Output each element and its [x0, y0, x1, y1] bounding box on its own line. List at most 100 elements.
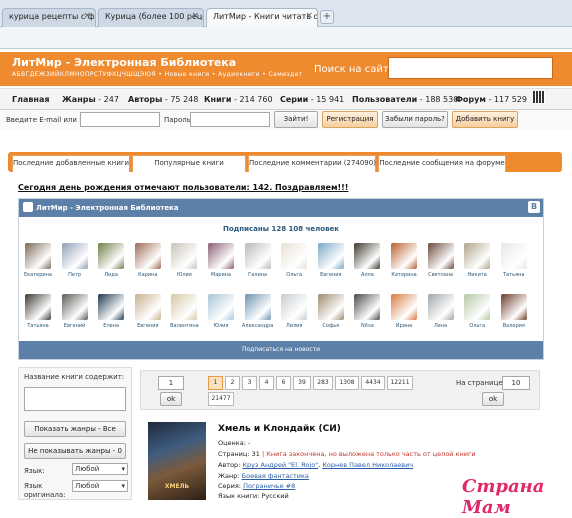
member-name[interactable]: Юлия — [164, 272, 204, 278]
member-name[interactable]: Евгения — [311, 272, 351, 278]
member-avatar[interactable] — [171, 294, 198, 320]
member-avatar[interactable] — [61, 243, 88, 269]
password-field[interactable] — [190, 112, 270, 127]
member-avatar[interactable] — [391, 243, 417, 269]
member-name[interactable]: Софья — [311, 323, 351, 329]
language-select[interactable]: Любой ▾ — [72, 463, 128, 475]
book-title[interactable]: Хмель и Клондайк (СИ) — [218, 424, 341, 434]
tab-latest-comments[interactable]: Последние комментарии (274090) — [248, 155, 376, 172]
member-avatar[interactable] — [427, 294, 454, 320]
page-link[interactable]: 6 — [276, 376, 291, 390]
member-avatar[interactable] — [134, 294, 161, 320]
member-name[interactable]: Алла — [347, 272, 387, 278]
title-filter-input[interactable] — [24, 387, 126, 411]
member-name[interactable]: Валентина — [164, 323, 204, 329]
page-link[interactable]: 1308 — [335, 376, 359, 390]
member-avatar[interactable] — [391, 294, 417, 320]
member-name[interactable]: Татьяна — [18, 323, 58, 329]
forgot-password-button[interactable]: Забыли пароль? — [382, 111, 448, 128]
member-avatar[interactable] — [354, 243, 381, 269]
member-avatar[interactable] — [317, 294, 344, 320]
member-avatar[interactable] — [208, 243, 234, 269]
per-page-input[interactable]: 10 — [502, 376, 530, 390]
member-name[interactable]: Ирина — [384, 323, 424, 329]
register-button[interactable]: Регистрация — [322, 111, 378, 128]
nav-users[interactable]: Пользователи - 188 530 — [352, 95, 458, 104]
member-avatar[interactable] — [61, 294, 88, 320]
page-link-last[interactable]: 21477 — [208, 392, 234, 406]
member-name[interactable]: Валерия — [494, 323, 534, 329]
subscribers-count[interactable]: Подписаны 128 108 человек — [19, 225, 543, 233]
subscribe-button[interactable]: Подписаться на новости — [19, 341, 543, 359]
qr-code-icon[interactable] — [533, 91, 545, 103]
genre-link[interactable]: Боевая фантастика — [242, 472, 309, 480]
hide-genres-button[interactable]: Не показывать жанры - 0 — [24, 443, 126, 459]
new-tab-button[interactable]: + — [320, 10, 334, 24]
search-input[interactable] — [388, 57, 553, 79]
author-link-2[interactable]: Корнев Павел Николаевич — [322, 461, 413, 469]
series-link[interactable]: Пограничье #8 — [243, 482, 295, 490]
member-name[interactable]: Лена — [421, 323, 461, 329]
page-link[interactable]: 4434 — [361, 376, 385, 390]
member-avatar[interactable] — [317, 243, 344, 269]
member-avatar[interactable] — [171, 243, 198, 269]
site-title[interactable]: ЛитМир - Электронная Библиотека — [12, 56, 236, 69]
browser-tab-3[interactable]: ЛитМир - Книги читать он × — [206, 8, 318, 27]
close-icon[interactable]: × — [191, 11, 199, 21]
member-name[interactable]: Лида — [91, 272, 131, 278]
close-icon[interactable]: × — [83, 11, 91, 21]
nav-genres[interactable]: Жанры - 247 — [62, 95, 119, 104]
per-page-ok-button[interactable]: ok — [482, 392, 504, 406]
close-icon[interactable]: × — [305, 11, 313, 21]
member-name[interactable]: Татьяна — [494, 272, 534, 278]
show-genres-button[interactable]: Показать жанры - Все — [24, 421, 126, 437]
page-link[interactable]: 283 — [313, 376, 333, 390]
page-link[interactable]: 1 — [208, 376, 223, 390]
author-link-1[interactable]: Круз Андрей "El. Rojo" — [242, 461, 318, 469]
member-name[interactable]: Светлана — [421, 272, 461, 278]
member-avatar[interactable] — [500, 294, 527, 320]
member-name[interactable]: Ольга — [457, 323, 497, 329]
member-name[interactable]: Марина — [201, 272, 241, 278]
page-number-input[interactable]: 1 — [158, 376, 184, 390]
member-avatar[interactable] — [98, 243, 125, 269]
member-avatar[interactable] — [281, 294, 308, 320]
page-go-button[interactable]: ok — [160, 392, 182, 406]
member-avatar[interactable] — [98, 294, 125, 320]
nav-books[interactable]: Книги - 214 760 — [204, 95, 273, 104]
member-name[interactable]: Карина — [128, 272, 168, 278]
page-link[interactable]: 3 — [242, 376, 257, 390]
add-book-button[interactable]: Добавить книгу — [452, 111, 518, 128]
member-avatar[interactable] — [244, 243, 271, 269]
vk-logo-icon[interactable]: B — [528, 201, 540, 213]
page-link[interactable]: 4 — [259, 376, 274, 390]
member-name[interactable]: Евгений — [55, 323, 95, 329]
email-field[interactable] — [80, 112, 160, 127]
member-avatar[interactable] — [281, 243, 308, 269]
page-link[interactable]: 39 — [293, 376, 311, 390]
member-name[interactable]: Никита — [457, 272, 497, 278]
browser-tab-1[interactable]: курица рецепты с фото× — [2, 8, 96, 27]
member-avatar[interactable] — [427, 243, 454, 269]
original-language-select[interactable]: Любой ▾ — [72, 480, 128, 492]
tab-popular-books[interactable]: Популярные книги — [132, 155, 246, 172]
browser-tab-2[interactable]: Курица (более 100 рецеп × — [98, 8, 204, 27]
address-bar[interactable] — [0, 27, 572, 49]
member-avatar[interactable] — [25, 243, 51, 269]
nav-home[interactable]: Главная — [12, 95, 49, 104]
member-avatar[interactable] — [500, 243, 527, 269]
login-button[interactable]: Зайти! — [274, 111, 318, 128]
page-link[interactable]: 12211 — [387, 376, 413, 390]
member-name[interactable]: Лилия — [274, 323, 314, 329]
member-name[interactable]: Александра — [238, 323, 278, 329]
member-avatar[interactable] — [208, 294, 234, 320]
page-link[interactable]: 2 — [225, 376, 240, 390]
alphabet-links[interactable]: АБВГДЕЖЗИЙКЛМНОПРСТУФХЦЧШЩЭЮЯ • Новые кн… — [12, 71, 303, 78]
member-name[interactable]: Юлия — [201, 323, 241, 329]
member-name[interactable]: Евгения — [128, 323, 168, 329]
member-name[interactable]: Елена — [91, 323, 131, 329]
member-avatar[interactable] — [25, 294, 51, 320]
member-name[interactable]: Екатерина — [18, 272, 58, 278]
nav-forum[interactable]: Форум - 117 529 — [455, 95, 527, 104]
tab-latest-books[interactable]: Последние добавленные книги — [12, 155, 130, 172]
